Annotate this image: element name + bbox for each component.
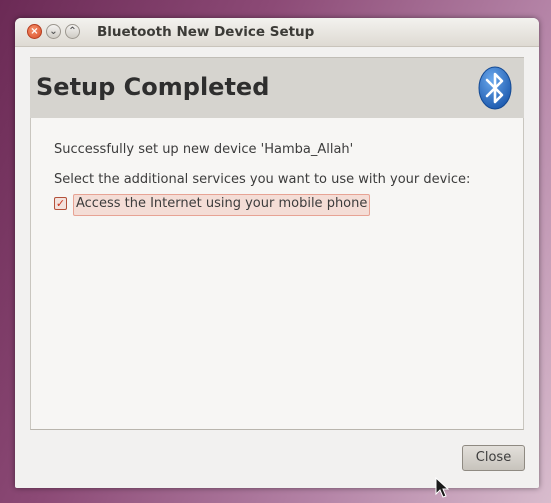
window-title: Bluetooth New Device Setup xyxy=(97,24,315,40)
close-icon: × xyxy=(30,26,39,37)
success-message: Successfully set up new device 'Hamba_Al… xyxy=(54,142,354,157)
window-close-button[interactable]: × xyxy=(27,24,42,39)
services-prompt: Select the additional services you want … xyxy=(54,172,471,187)
window-maximize-button[interactable]: ⌃ xyxy=(65,24,80,39)
window-minimize-button[interactable]: ⌄ xyxy=(46,24,61,39)
chevron-up-icon: ⌃ xyxy=(68,26,77,37)
dialog-window: × ⌄ ⌃ Bluetooth New Device Setup Setup C… xyxy=(15,18,539,488)
internet-checkbox-label[interactable]: Access the Internet using your mobile ph… xyxy=(73,194,371,216)
chevron-down-icon: ⌄ xyxy=(49,26,58,37)
internet-checkbox[interactable]: ✓ xyxy=(54,197,67,210)
mouse-pointer-icon xyxy=(435,477,449,498)
title-bar[interactable]: × ⌄ ⌃ Bluetooth New Device Setup xyxy=(15,18,539,47)
content-area: Successfully set up new device 'Hamba_Al… xyxy=(30,118,524,430)
checkmark-icon: ✓ xyxy=(55,197,66,210)
bluetooth-icon xyxy=(478,66,512,110)
close-button[interactable]: Close xyxy=(462,445,525,471)
page-header: Setup Completed xyxy=(30,57,524,119)
page-title: Setup Completed xyxy=(36,73,270,101)
